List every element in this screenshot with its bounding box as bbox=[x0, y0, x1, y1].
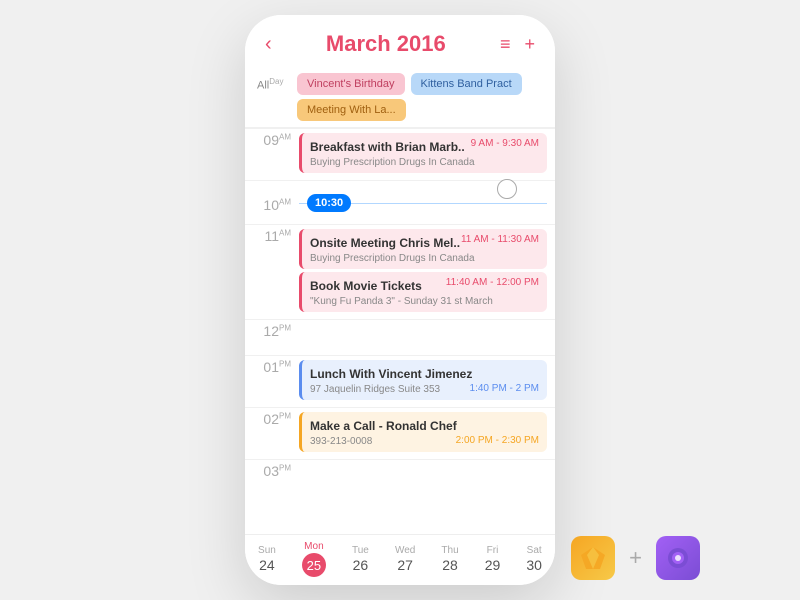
time-content-10: 10:30 bbox=[297, 185, 555, 221]
all-day-label: AllDay bbox=[257, 73, 289, 92]
phone-frame: ‹ March 2016 ≡ + AllDay Vincent's Birthd… bbox=[245, 15, 555, 585]
principle-icon bbox=[656, 536, 700, 580]
time-label-02: 02PM bbox=[245, 408, 297, 426]
current-time-indicator: 10:30 bbox=[307, 194, 351, 212]
back-button[interactable]: ‹ bbox=[265, 33, 272, 56]
header-title: March 2016 bbox=[326, 31, 446, 57]
event-lunch[interactable]: Lunch With Vincent Jimenez 1:40 PM - 2 P… bbox=[299, 360, 547, 400]
week-day-num-sat: 30 bbox=[526, 557, 542, 573]
week-day-mon[interactable]: Mon 25 bbox=[302, 541, 326, 577]
time-row-10: 10AM 10:30 bbox=[245, 180, 555, 224]
brand-plus: + bbox=[629, 545, 642, 571]
week-day-num-thu: 28 bbox=[442, 557, 458, 573]
current-time-circle bbox=[497, 179, 517, 199]
time-row-11: 11AM Onsite Meeting Chris Mel.. 11 AM - … bbox=[245, 224, 555, 319]
time-content-03 bbox=[297, 460, 555, 468]
all-day-section: AllDay Vincent's Birthday Kittens Band P… bbox=[245, 67, 555, 128]
event-call[interactable]: Make a Call - Ronald Chef 2:00 PM - 2:30… bbox=[299, 412, 547, 452]
all-day-events: Vincent's Birthday Kittens Band Pract Me… bbox=[297, 73, 543, 121]
add-icon[interactable]: + bbox=[524, 34, 535, 55]
all-day-event-birthday[interactable]: Vincent's Birthday bbox=[297, 73, 405, 95]
all-day-event-meeting[interactable]: Meeting With La... bbox=[297, 99, 406, 121]
time-row-12: 12PM bbox=[245, 319, 555, 355]
time-section: 09AM Breakfast with Brian Marb.. 9 AM - … bbox=[245, 128, 555, 495]
week-day-sun[interactable]: Sun 24 bbox=[258, 545, 276, 573]
time-label-12: 12PM bbox=[245, 320, 297, 338]
time-content-09: Breakfast with Brian Marb.. 9 AM - 9:30 … bbox=[297, 129, 555, 180]
time-content-01: Lunch With Vincent Jimenez 1:40 PM - 2 P… bbox=[297, 356, 555, 407]
week-day-thu[interactable]: Thu 28 bbox=[441, 545, 458, 573]
all-day-row-1: Vincent's Birthday Kittens Band Pract bbox=[297, 73, 543, 95]
event-book-tickets[interactable]: Book Movie Tickets 11:40 AM - 12:00 PM "… bbox=[299, 272, 547, 312]
week-day-name-sat: Sat bbox=[527, 545, 542, 556]
event-onsite-meeting[interactable]: Onsite Meeting Chris Mel.. 11 AM - 11:30… bbox=[299, 229, 547, 269]
week-day-name-fri: Fri bbox=[487, 545, 499, 556]
time-row-09: 09AM Breakfast with Brian Marb.. 9 AM - … bbox=[245, 128, 555, 180]
week-day-tue[interactable]: Tue 26 bbox=[352, 545, 369, 573]
sketch-icon bbox=[571, 536, 615, 580]
week-day-num-fri: 29 bbox=[485, 557, 501, 573]
week-day-num-sun: 24 bbox=[259, 557, 275, 573]
event-breakfast[interactable]: Breakfast with Brian Marb.. 9 AM - 9:30 … bbox=[299, 133, 547, 173]
time-label-09: 09AM bbox=[245, 129, 297, 147]
time-content-02: Make a Call - Ronald Chef 2:00 PM - 2:30… bbox=[297, 408, 555, 459]
time-content-11: Onsite Meeting Chris Mel.. 11 AM - 11:30… bbox=[297, 225, 555, 319]
time-row-01: 01PM Lunch With Vincent Jimenez 1:40 PM … bbox=[245, 355, 555, 407]
header-actions: ≡ + bbox=[500, 34, 535, 55]
time-label-01: 01PM bbox=[245, 356, 297, 374]
time-label-03: 03PM bbox=[245, 460, 297, 478]
time-row-03: 03PM bbox=[245, 459, 555, 495]
week-days: Sun 24 Mon 25 Tue 26 Wed 27 Thu 28 Fri 2… bbox=[245, 541, 555, 577]
week-day-num-tue: 26 bbox=[353, 557, 369, 573]
week-bar: Sun 24 Mon 25 Tue 26 Wed 27 Thu 28 Fri 2… bbox=[245, 534, 555, 585]
menu-icon[interactable]: ≡ bbox=[500, 34, 511, 55]
time-content-12 bbox=[297, 320, 555, 328]
brand-area: + bbox=[571, 536, 700, 580]
calendar-body: AllDay Vincent's Birthday Kittens Band P… bbox=[245, 67, 555, 534]
week-day-num-wed: 27 bbox=[397, 557, 413, 573]
week-day-name-sun: Sun bbox=[258, 545, 276, 556]
time-label-11: 11AM bbox=[245, 225, 297, 243]
calendar-header: ‹ March 2016 ≡ + bbox=[245, 15, 555, 67]
time-label-10: 10AM bbox=[245, 194, 297, 212]
week-day-sat[interactable]: Sat 30 bbox=[526, 545, 542, 573]
all-day-event-kittens[interactable]: Kittens Band Pract bbox=[411, 73, 522, 95]
week-day-name-thu: Thu bbox=[441, 545, 458, 556]
week-day-num-mon: 25 bbox=[302, 553, 326, 577]
week-day-name-wed: Wed bbox=[395, 545, 415, 556]
time-row-02: 02PM Make a Call - Ronald Chef 2:00 PM -… bbox=[245, 407, 555, 459]
all-day-row-2: Meeting With La... bbox=[297, 99, 543, 121]
week-day-fri[interactable]: Fri 29 bbox=[485, 545, 501, 573]
week-day-wed[interactable]: Wed 27 bbox=[395, 545, 415, 573]
week-day-name-mon: Mon bbox=[304, 541, 323, 552]
week-day-name-tue: Tue bbox=[352, 545, 369, 556]
